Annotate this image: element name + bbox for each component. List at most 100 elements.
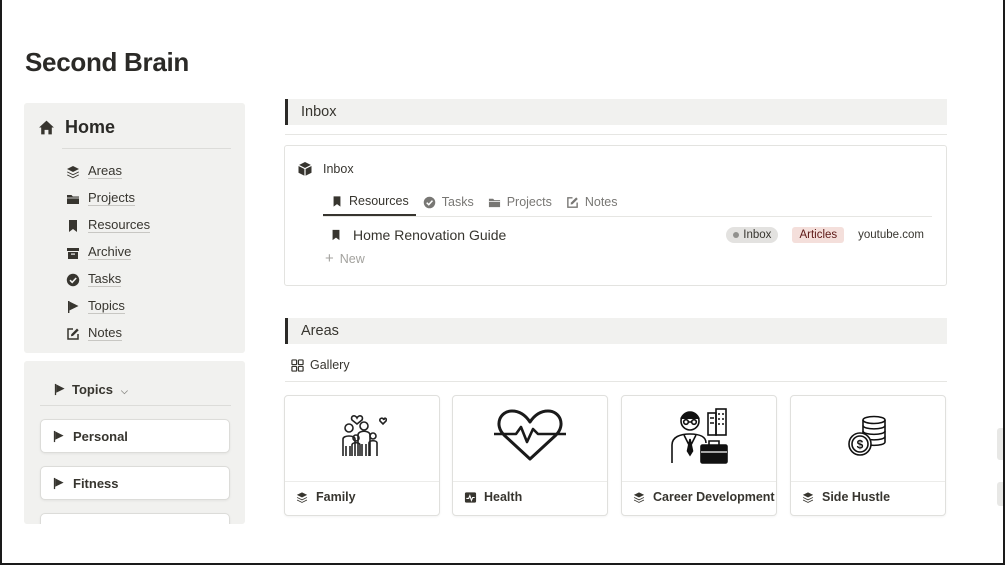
areas-section-header: Areas — [285, 318, 947, 344]
topics-header-label: Topics — [72, 382, 113, 397]
status-badge: Inbox — [726, 227, 779, 243]
topics-toggle[interactable]: Topics ⌵ — [52, 382, 128, 397]
svg-text:$: $ — [857, 438, 864, 452]
topics-panel: Topics ⌵ Personal Fitness — [24, 361, 245, 524]
nav-item-areas[interactable]: Areas — [66, 158, 150, 185]
divider — [40, 405, 231, 406]
card-caption: Career Development — [632, 490, 775, 504]
coins-icon: $ — [847, 414, 889, 463]
tab-resources[interactable]: Resources — [323, 188, 416, 216]
flag-icon — [66, 300, 80, 314]
topic-card-personal[interactable]: Personal — [40, 419, 230, 453]
folder-icon — [488, 195, 502, 209]
divider — [323, 216, 932, 217]
tab-projects[interactable]: Projects — [481, 188, 559, 216]
scroll-edge-indicator — [997, 428, 1003, 460]
cube-icon — [297, 161, 313, 177]
card-caption: Side Hustle — [801, 490, 890, 504]
home-link[interactable]: Home — [38, 117, 115, 138]
family-icon — [334, 412, 390, 465]
home-nav-panel: Home Areas Projects Resources Archive Ta… — [24, 103, 245, 353]
new-item-label: New — [339, 252, 365, 266]
nav-item-archive[interactable]: Archive — [66, 239, 150, 266]
divider — [285, 381, 947, 382]
heart-pulse-icon — [492, 407, 568, 470]
archive-box-icon — [66, 246, 80, 260]
flag-icon — [51, 476, 65, 490]
stack-icon — [66, 165, 80, 179]
inbox-section-header: Inbox — [285, 99, 947, 125]
tab-label: Resources — [349, 194, 409, 208]
businessman-icon — [668, 407, 730, 470]
inbox-database-view: Inbox Resources Tasks Projects Notes Hom… — [284, 145, 947, 286]
card-cover — [453, 396, 607, 482]
stack-icon — [295, 490, 309, 504]
card-caption: Family — [295, 490, 356, 504]
nav-item-label: Archive — [88, 244, 132, 260]
nav-item-label: Topics — [88, 298, 125, 314]
bookmark-icon — [330, 194, 344, 208]
scroll-edge-indicator — [997, 482, 1003, 506]
card-cover — [622, 396, 776, 482]
edit-icon — [566, 195, 580, 209]
area-card-side-hustle[interactable]: $ Side Hustle — [790, 395, 946, 516]
inbox-widget-title: Inbox — [323, 162, 354, 176]
tab-tasks[interactable]: Tasks — [416, 188, 481, 216]
tab-notes[interactable]: Notes — [559, 188, 625, 216]
check-circle-icon — [66, 273, 80, 287]
nav-item-label: Resources — [88, 217, 151, 233]
area-card-family[interactable]: Family — [284, 395, 440, 516]
bookmark-icon — [66, 219, 80, 233]
item-title: Home Renovation Guide — [353, 227, 507, 243]
nav-item-tasks[interactable]: Tasks — [66, 266, 150, 293]
flag-icon — [51, 429, 65, 443]
bookmark-icon — [329, 228, 343, 242]
card-label: Family — [316, 490, 356, 504]
nav-item-label: Projects — [88, 190, 135, 206]
card-cover — [285, 396, 439, 482]
home-icon — [38, 119, 55, 136]
type-tag: Articles — [792, 227, 845, 243]
divider — [62, 148, 231, 149]
card-label: Side Hustle — [822, 490, 891, 504]
card-caption: Health — [463, 490, 522, 504]
edit-icon — [66, 327, 80, 341]
topic-card-label: Personal — [73, 428, 128, 444]
tab-label: Notes — [584, 195, 618, 209]
nav-item-topics[interactable]: Topics — [66, 293, 150, 320]
area-card-career-development[interactable]: Career Development — [621, 395, 777, 516]
divider — [285, 134, 947, 135]
page-title: Second Brain — [25, 47, 189, 77]
topic-card-label: Fitness — [73, 475, 119, 491]
nav-item-label: Tasks — [88, 271, 122, 287]
nav-item-label: Areas — [88, 163, 122, 179]
topic-card-partial[interactable] — [40, 513, 230, 524]
nav-item-projects[interactable]: Projects — [66, 185, 150, 212]
list-item[interactable]: Home Renovation Guide Inbox Articles you… — [329, 224, 924, 246]
tab-label: Projects — [506, 195, 552, 209]
nav-item-resources[interactable]: Resources — [66, 212, 151, 239]
inbox-view-title[interactable]: Inbox — [297, 161, 354, 177]
card-label: Health — [484, 490, 523, 504]
view-tabs: Resources Tasks Projects Notes — [323, 188, 625, 216]
topic-card-fitness[interactable]: Fitness — [40, 466, 230, 500]
grid-icon — [290, 358, 304, 372]
home-label: Home — [65, 117, 116, 137]
area-card-health[interactable]: Health — [452, 395, 608, 516]
nav-item-label: Notes — [88, 325, 122, 341]
stack-icon — [801, 490, 815, 504]
url-link[interactable]: youtube.com — [858, 229, 924, 241]
flag-icon — [52, 383, 66, 397]
folder-icon — [66, 192, 80, 206]
gallery-view-tab[interactable]: Gallery — [290, 358, 350, 372]
check-circle-icon — [423, 195, 437, 209]
stack-icon — [632, 490, 646, 504]
activity-icon — [463, 490, 477, 504]
tab-label: Tasks — [441, 195, 474, 209]
view-label: Gallery — [310, 358, 350, 372]
nav-item-notes[interactable]: Notes — [66, 320, 150, 347]
card-cover: $ — [791, 396, 945, 482]
new-item-button[interactable]: + New — [325, 251, 365, 266]
status-badge-label: Inbox — [743, 229, 772, 241]
chevron-down-icon: ⌵ — [120, 385, 128, 396]
